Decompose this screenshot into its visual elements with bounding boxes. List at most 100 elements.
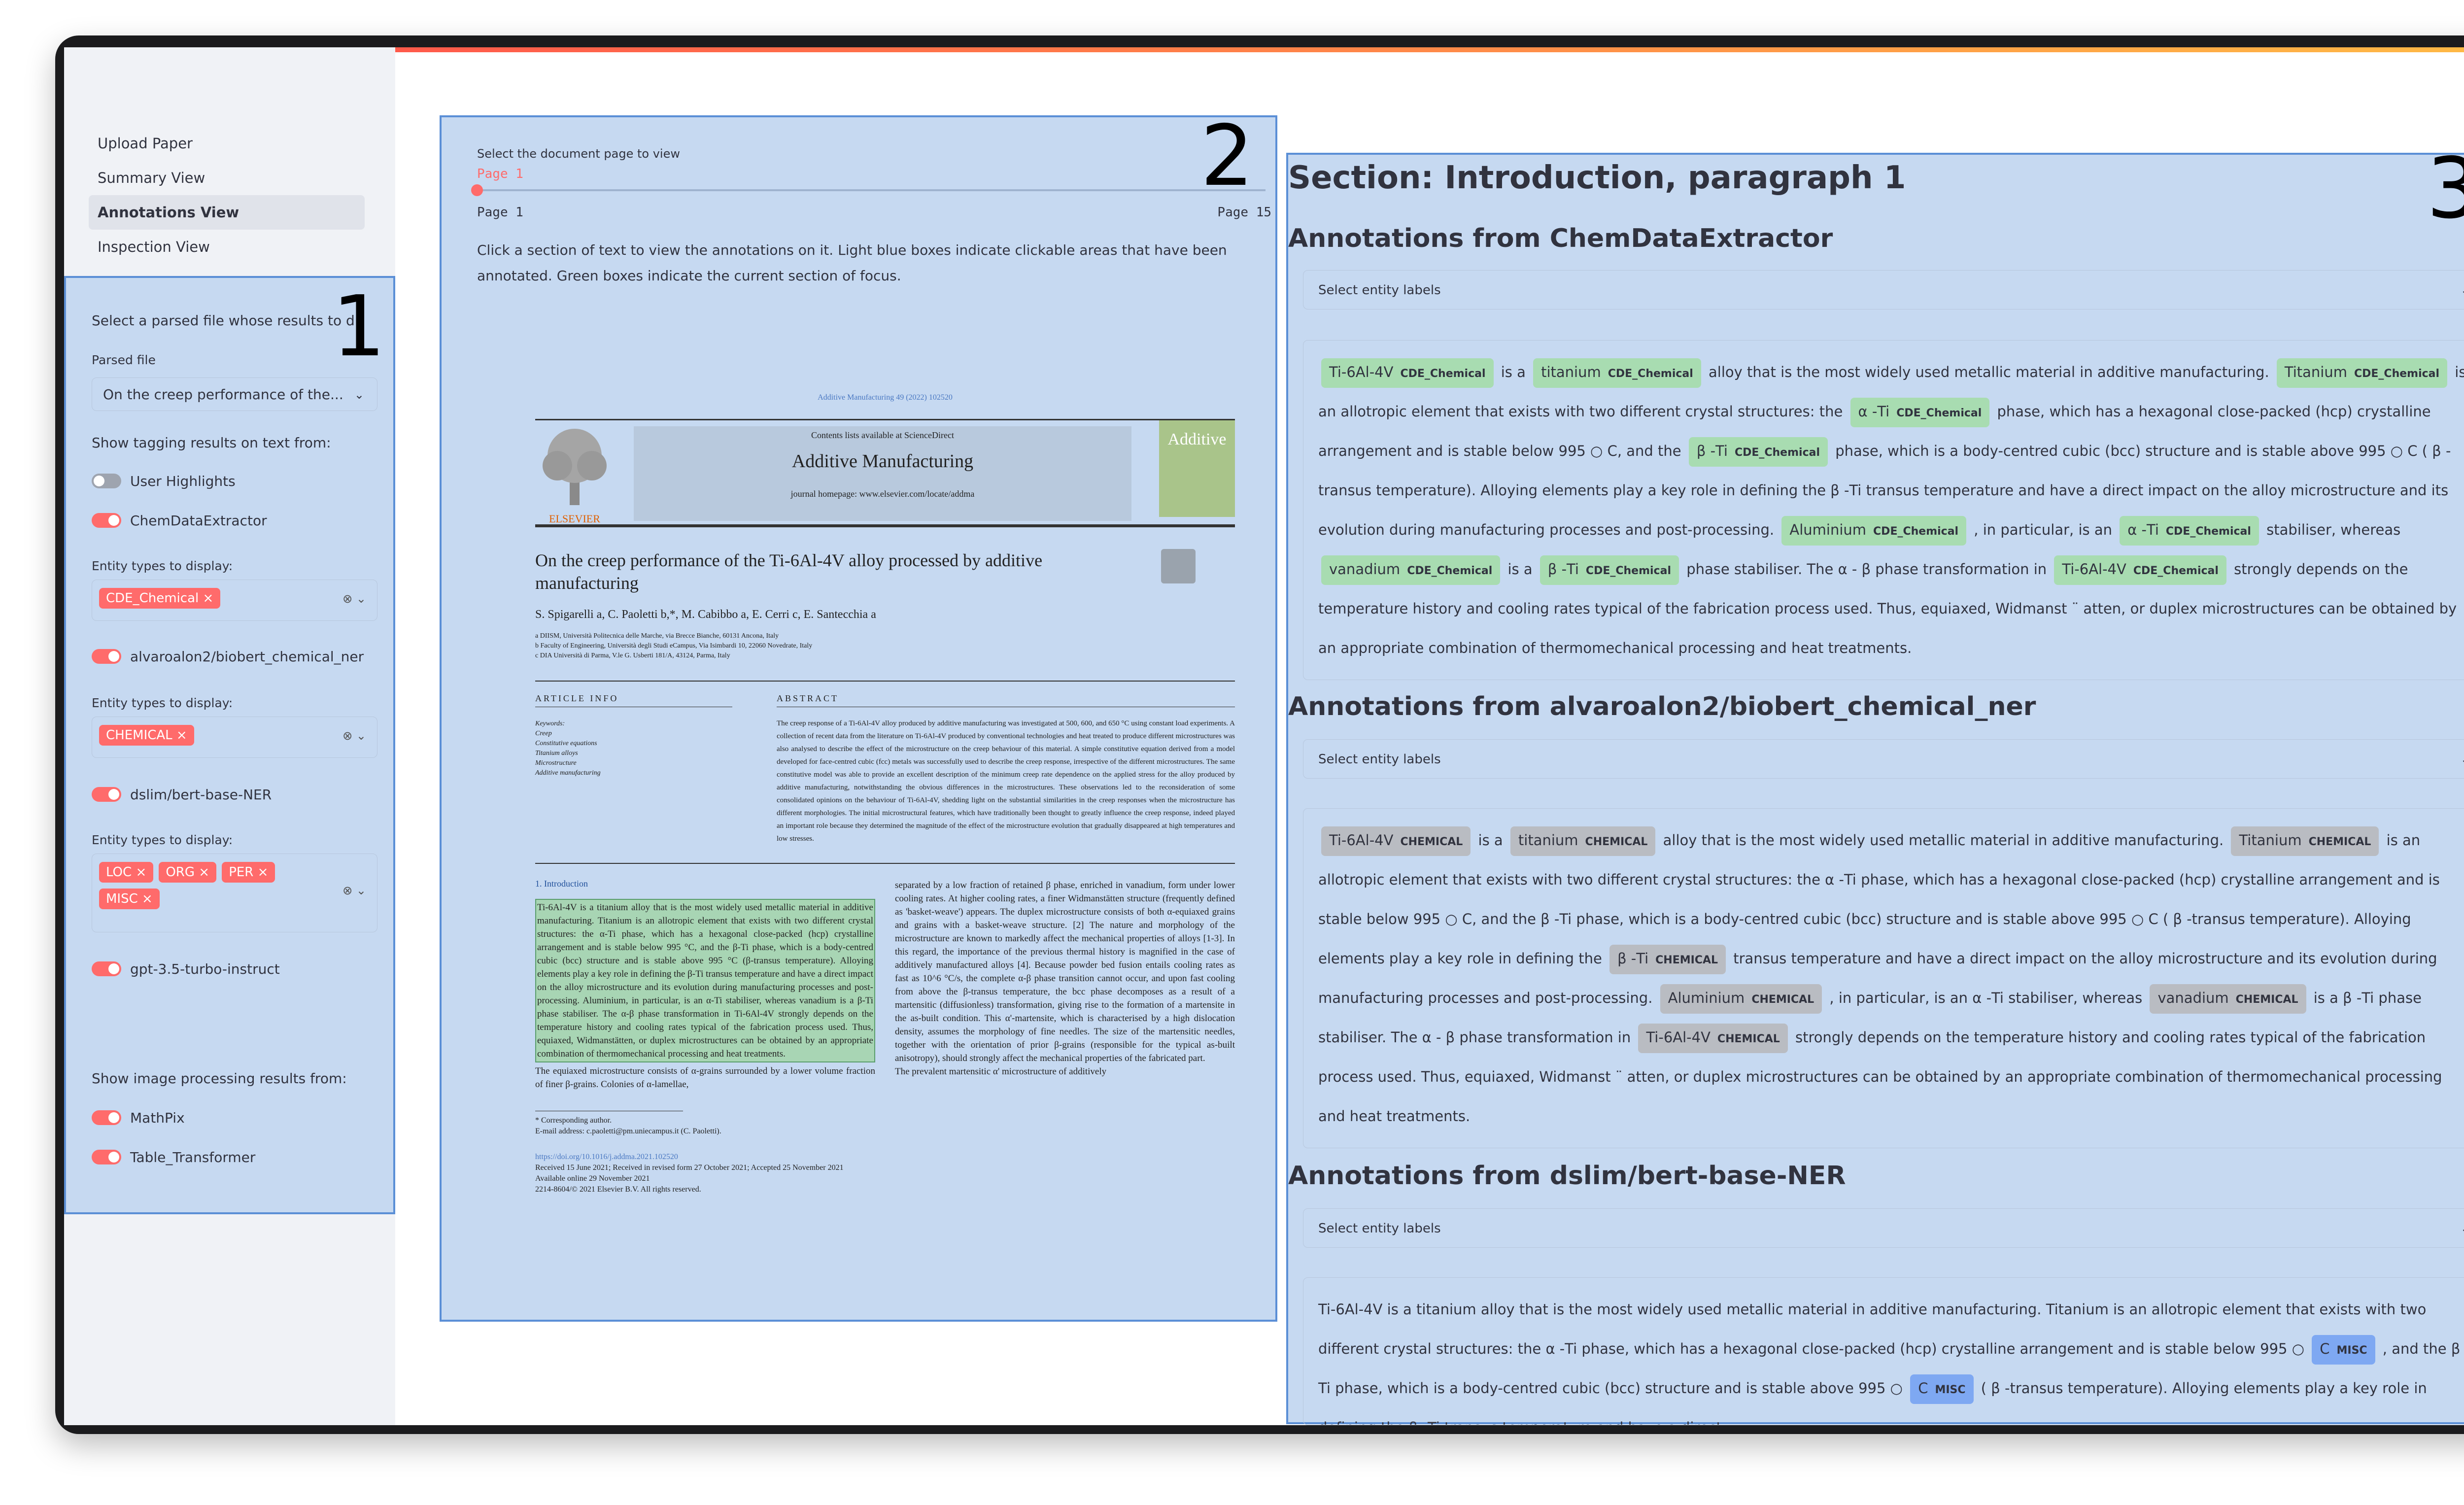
clear-icon[interactable]: ⊗ ⌄	[342, 884, 366, 897]
chip-per[interactable]: PER ×	[222, 862, 275, 883]
journal-reference[interactable]: Additive Manufacturing 49 (2022) 102520	[535, 393, 1235, 402]
journal-cover: Additive	[1159, 420, 1235, 517]
dslim-label-select[interactable]: Select entity labels⌄	[1303, 1208, 2464, 1248]
entity-label: MISC	[2336, 1344, 2367, 1357]
chip-chemical[interactable]: CHEMICAL ×	[99, 725, 194, 746]
panel-number-3: 3	[2426, 140, 2464, 238]
nav-summary-view[interactable]: Summary View	[89, 161, 365, 195]
chip-loc[interactable]: LOC ×	[99, 862, 154, 883]
toggle-switch[interactable]	[92, 513, 121, 528]
chevron-down-icon: ⌄	[354, 388, 364, 402]
plain-text: stabiliser, whereas	[2261, 521, 2401, 538]
clear-icon[interactable]: ⊗ ⌄	[342, 729, 366, 743]
entity-label: CDE_Chemical	[2354, 368, 2440, 380]
toggle-switch[interactable]	[92, 787, 121, 802]
entity-highlight[interactable]: Aluminium CDE_Chemical	[1781, 516, 1967, 546]
biobert-entity-multiselect[interactable]: CHEMICAL × ⊗ ⌄	[92, 717, 377, 758]
intro-heading[interactable]: 1. Introduction	[535, 879, 875, 889]
page-slider-track[interactable]	[477, 189, 1266, 191]
entity-highlight[interactable]: Aluminium CHEMICAL	[1660, 984, 1822, 1014]
entity-highlight[interactable]: β -Ti CHEMICAL	[1609, 945, 1726, 974]
entity-highlight[interactable]: C MISC	[2312, 1335, 2375, 1365]
entity-highlight[interactable]: α -Ti CDE_Chemical	[2120, 516, 2259, 546]
toggle-label: gpt-3.5-turbo-instruct	[130, 960, 280, 977]
toggle-switch[interactable]	[92, 961, 121, 976]
biobert-label-select[interactable]: Select entity labels⌄	[1303, 739, 2464, 779]
toggle-mathpix[interactable]: MathPix	[92, 1108, 185, 1128]
nav-annotations-view[interactable]: Annotations View	[89, 195, 365, 230]
entity-label: CHEMICAL	[1585, 836, 1648, 848]
chip-cde-chemical[interactable]: CDE_Chemical ×	[99, 588, 221, 609]
entity-highlight[interactable]: Titanium CHEMICAL	[2231, 826, 2379, 856]
article-info-heading: ARTICLE INFO	[535, 693, 732, 707]
entity-highlight[interactable]: Ti-6Al-4V CHEMICAL	[1638, 1024, 1788, 1053]
entity-highlight[interactable]: vanadium CHEMICAL	[2150, 984, 2306, 1014]
page-slider-min: Page 1	[477, 205, 523, 220]
toggle-gpt[interactable]: gpt-3.5-turbo-instruct	[92, 959, 280, 979]
nav-inspection-view[interactable]: Inspection View	[89, 230, 365, 264]
entity-highlight[interactable]: Ti-6Al-4V CHEMICAL	[1321, 826, 1471, 856]
toggle-label: dslim/bert-base-NER	[130, 786, 272, 803]
cde-entity-multiselect[interactable]: CDE_Chemical × ⊗ ⌄	[92, 580, 377, 621]
toggle-switch[interactable]	[92, 1150, 121, 1164]
journal-homepage[interactable]: journal homepage: www.elsevier.com/locat…	[634, 489, 1131, 499]
settings-panel: 1 Select a parsed file whose results to …	[64, 276, 395, 1214]
clear-icon[interactable]: ⊗ ⌄	[342, 592, 366, 606]
intro-paragraph-focus[interactable]: Ti-6Al-4V is a titanium alloy that is th…	[535, 899, 875, 1062]
toggle-user-highlights[interactable]: User Highlights	[92, 471, 236, 491]
paper-authors: S. Spigarelli a, C. Paoletti b,*, M. Cab…	[535, 608, 876, 621]
dslim-annotated-text: Ti-6Al-4V is a titanium alloy that is th…	[1303, 1277, 2464, 1425]
cde-label-select[interactable]: Select entity labels⌄	[1303, 270, 2464, 309]
plain-text: , in particular, is an	[1969, 521, 2117, 538]
toggle-label: alvaroalon2/biobert_chemical_ner	[130, 648, 364, 665]
page-slider-handle[interactable]	[471, 184, 483, 196]
parsed-file-select[interactable]: On the creep performance of the... ⌄	[92, 377, 377, 411]
abstract-text[interactable]: The creep response of a Ti-6Al-4V alloy …	[777, 717, 1235, 845]
entity-label: CHEMICAL	[1655, 954, 1718, 966]
chip-org[interactable]: ORG ×	[159, 862, 217, 883]
toggle-dslim[interactable]: dslim/bert-base-NER	[92, 785, 272, 804]
check-for-updates-icon[interactable]	[1161, 549, 1196, 583]
intro-paragraph-2[interactable]: The equiaxed microstructure consists of …	[535, 1064, 875, 1091]
toggle-biobert[interactable]: alvaroalon2/biobert_chemical_ner	[92, 647, 364, 666]
entity-highlight[interactable]: β -Ti CDE_Chemical	[1540, 555, 1679, 585]
toggle-label: Table_Transformer	[130, 1149, 256, 1165]
entity-highlight[interactable]: titanium CHEMICAL	[1510, 826, 1656, 856]
chevron-down-icon: ⌄	[2461, 1209, 2464, 1248]
chip-misc[interactable]: MISC ×	[99, 889, 160, 909]
entity-highlight[interactable]: β -Ti CDE_Chemical	[1688, 437, 1828, 467]
paper-title: On the creep performance of the Ti-6Al-4…	[535, 550, 1043, 593]
entity-types-label: Entity types to display:	[92, 559, 233, 573]
entity-highlight[interactable]: Ti-6Al-4V CDE_Chemical	[2054, 555, 2226, 585]
entity-highlight[interactable]: α -Ti CDE_Chemical	[1850, 398, 1990, 427]
toggle-switch[interactable]	[92, 649, 121, 664]
entity-label: CHEMICAL	[1751, 993, 1814, 1006]
dslim-entity-multiselect[interactable]: LOC × ORG × PER × MISC × ⊗ ⌄	[92, 854, 377, 932]
section-title: Section: Introduction, paragraph 1	[1288, 160, 1906, 196]
affiliations: a DIISM, Università Politecnica delle Ma…	[535, 632, 813, 659]
entity-highlight[interactable]: vanadium CDE_Chemical	[1321, 555, 1501, 585]
toggle-label: ChemDataExtractor	[130, 512, 267, 529]
entity-highlight[interactable]: titanium CDE_Chemical	[1533, 358, 1701, 388]
entity-label: CDE_Chemical	[1400, 368, 1486, 380]
intro-right-text-2[interactable]: The prevalent martensitic α' microstruct…	[895, 1065, 1235, 1078]
cde-annotated-text: Ti-6Al-4V CDE_Chemical is a titanium CDE_C…	[1303, 340, 2464, 680]
plain-text: is a	[1496, 364, 1531, 380]
doi-link[interactable]: https://doi.org/10.1016/j.addma.2021.102…	[535, 1152, 1235, 1163]
abstract-heading: ABSTRACT	[777, 693, 1235, 707]
nav-upload-paper[interactable]: Upload Paper	[89, 126, 365, 161]
toggle-switch[interactable]	[92, 474, 121, 488]
entity-label: CDE_Chemical	[1407, 565, 1493, 577]
entity-highlight[interactable]: C MISC	[1910, 1374, 1974, 1404]
toggle-table-transformer[interactable]: Table_Transformer	[92, 1147, 255, 1167]
plain-text: is a	[1503, 561, 1537, 578]
plain-text: Ti-6Al-4V is a titanium alloy that is th…	[1318, 1301, 2427, 1357]
intro-right-text[interactable]: separated by a low fraction of retained …	[895, 879, 1235, 1065]
entity-highlight[interactable]: Ti-6Al-4V CDE_Chemical	[1321, 358, 1494, 388]
toggle-switch[interactable]	[92, 1110, 121, 1125]
toggle-chemdataextractor[interactable]: ChemDataExtractor	[92, 511, 267, 530]
chevron-down-icon: ⌄	[2461, 740, 2464, 779]
entity-types-label: Entity types to display:	[92, 696, 233, 710]
entity-highlight[interactable]: Titanium CDE_Chemical	[2276, 358, 2448, 388]
document-viewer-panel: 2 Select the document page to view Page …	[440, 107, 1277, 1322]
